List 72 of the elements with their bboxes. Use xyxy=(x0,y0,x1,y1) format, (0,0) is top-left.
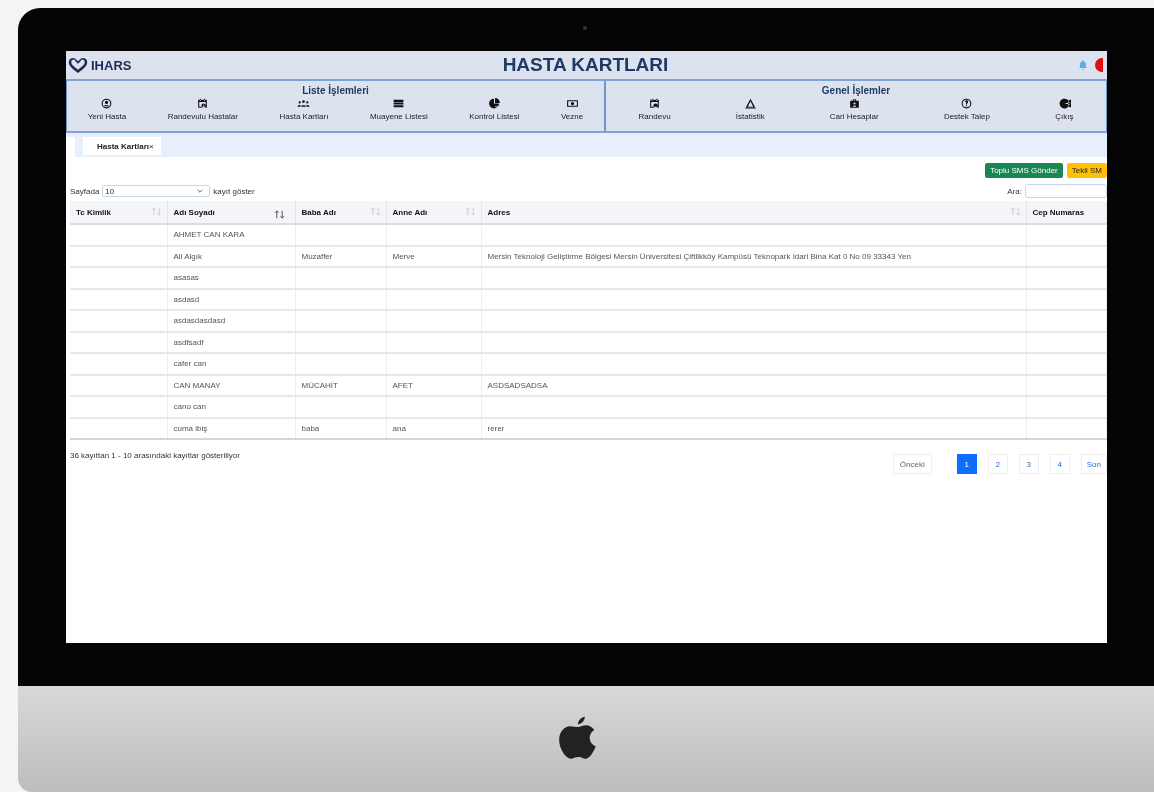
menu-item[interactable]: Vezne xyxy=(560,97,584,121)
tab[interactable]: Hasta Kartları× xyxy=(83,137,161,155)
group-title: Genel İşlemler xyxy=(821,85,891,96)
blank-tab[interactable] xyxy=(66,137,75,157)
list-icon xyxy=(392,97,406,110)
chevron-down-icon xyxy=(197,189,204,193)
table-cell: cafer can xyxy=(173,359,207,369)
menu-item[interactable]: Kontrol Listesi xyxy=(469,97,520,121)
table-cell: asdasd xyxy=(173,294,200,304)
calendar-clock-icon xyxy=(196,97,210,110)
search-field[interactable] xyxy=(1025,184,1107,198)
menu-item[interactable]: İstatistik xyxy=(735,97,765,121)
menu-item[interactable]: Hasta Kartları xyxy=(279,97,329,121)
column-header[interactable]: Cep Numaras xyxy=(1026,201,1107,224)
page-size-dropdown[interactable]: 10 xyxy=(102,185,211,197)
table-cell: cano can xyxy=(173,402,206,412)
sms-button[interactable]: Toplu SMS Gönder xyxy=(985,163,1063,178)
sms-button[interactable]: Tekli SM xyxy=(1066,163,1107,178)
table-cell: Ali Algık xyxy=(173,251,202,261)
table-cell: asdasdasdasd xyxy=(173,316,226,326)
menu-item[interactable]: Cari Hesaplar xyxy=(829,97,879,121)
menu-item[interactable]: Randevu xyxy=(638,97,671,121)
menu-item[interactable]: Çıkış xyxy=(1055,97,1074,121)
table-cell: asdfsadf xyxy=(173,337,204,347)
table-cell: Merve xyxy=(392,251,415,261)
sort-icon[interactable] xyxy=(369,207,381,216)
table-cell: CAN MANAY xyxy=(173,380,221,390)
page-button[interactable]: Son xyxy=(1080,454,1107,474)
search-label: Ara: xyxy=(1007,186,1022,196)
pie-chart-icon xyxy=(487,97,501,110)
heart-logo-icon xyxy=(68,56,88,74)
column-header[interactable]: Adı Soyadı xyxy=(167,201,295,224)
page-button[interactable]: 2 xyxy=(987,454,1008,474)
table-cell: baba xyxy=(301,423,320,433)
table-cell: ana xyxy=(392,423,406,433)
column-header[interactable]: Tc Kimlik xyxy=(70,201,167,224)
page-size-suffix: kayıt göster xyxy=(213,186,255,196)
records-info: 36 kayıttan 1 - 10 arasındaki kayıtlar gösteriliyor xyxy=(70,451,240,460)
menu-item[interactable]: Destek Talep xyxy=(943,97,990,121)
sort-icon[interactable] xyxy=(150,207,162,216)
bell-icon[interactable] xyxy=(1077,59,1089,71)
people-icon xyxy=(297,97,311,110)
page-button[interactable]: Önceki xyxy=(892,454,932,474)
calendar-icon xyxy=(648,97,662,110)
page-button[interactable]: 1 xyxy=(956,454,977,474)
column-header[interactable]: Adres xyxy=(481,201,1026,224)
menu-item[interactable]: Randevulu Hastalar xyxy=(167,97,238,121)
table-cell: MÜCAHİT xyxy=(301,380,338,390)
logo-text: IHARS xyxy=(91,57,132,73)
page-button[interactable]: 4 xyxy=(1049,454,1070,474)
id-badge-icon xyxy=(847,97,861,110)
menu-item[interactable]: Muayene Listesi xyxy=(369,97,428,121)
triangle-icon xyxy=(743,97,757,110)
table-cell: AFET xyxy=(392,380,413,390)
table-cell: Muzaffer xyxy=(301,251,333,261)
table-cell: asasas xyxy=(173,273,199,283)
column-header[interactable]: Baba Adı xyxy=(295,201,386,224)
sort-icon[interactable] xyxy=(464,207,476,216)
table-cell: ASDSADSADSA xyxy=(487,380,548,390)
sort-icon[interactable] xyxy=(1009,207,1021,216)
column-header[interactable]: Anne Adı xyxy=(386,201,481,224)
table-cell: rerer xyxy=(487,423,505,433)
group-title: Liste İşlemleri xyxy=(302,85,369,96)
table-cell: AHMET CAN KARA xyxy=(173,230,245,240)
page-button[interactable]: 3 xyxy=(1018,454,1039,474)
table-cell: Mersin Teknoloji Geliştirme Bölgesi Mersin Üniversitesi Çiftlikköy Kampüsü Teknopark İdari Bina Kat 0 No 09 33343 Yen xyxy=(487,251,911,261)
camera-icon xyxy=(583,26,587,30)
menu-item[interactable]: Yeni Hasta xyxy=(87,97,127,121)
table-cell: cuma ibiş xyxy=(173,423,208,433)
banknote-icon xyxy=(565,97,579,110)
page-size-label: Sayfada xyxy=(70,186,100,196)
page-title: HASTA KARTLARI xyxy=(502,54,669,76)
